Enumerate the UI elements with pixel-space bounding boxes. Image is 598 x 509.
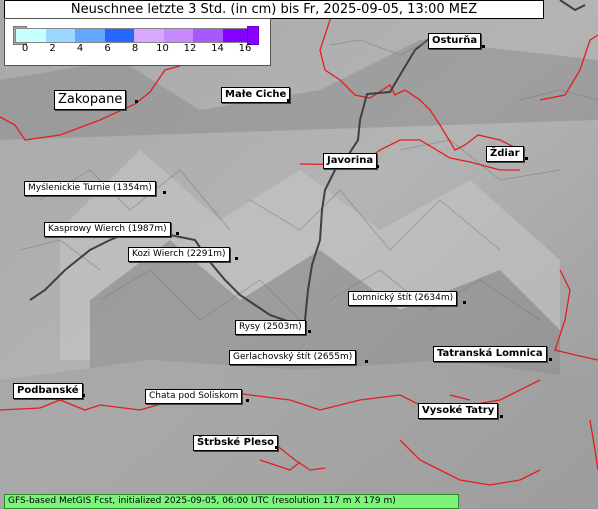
legend-tick-label: 12 — [183, 43, 197, 54]
legend-color-segment — [16, 29, 46, 42]
legend-bar — [15, 28, 253, 43]
legend-color-segment — [104, 29, 135, 42]
peak-kozi-wierch: Kozi Wierch (2291m) — [128, 247, 230, 262]
peak-marker — [463, 301, 466, 304]
peak-marker — [308, 330, 311, 333]
model-info-footer: GFS-based MetGIS Fcst, initialized 2025-… — [4, 494, 459, 509]
place-marker — [482, 45, 485, 48]
legend-color-segment — [163, 29, 194, 42]
place-vysoke-tatry: Vysoké Tatry — [418, 403, 499, 419]
place-marker — [287, 99, 290, 102]
peak-kasprowy-wierch: Kasprowy Wierch (1987m) — [44, 222, 171, 237]
peak-marker — [365, 360, 368, 363]
legend-tick-label: 0 — [21, 43, 29, 54]
peak-lomnicky-stit: Lomnický štít (2634m) — [348, 291, 458, 306]
place-marker — [500, 415, 503, 418]
place-osturna: Osturňa — [428, 33, 482, 49]
legend-tick-label: 14 — [211, 43, 224, 54]
legend-tick-label: 4 — [76, 43, 84, 54]
peak-marker — [235, 257, 238, 260]
place-strbske-pleso: Štrbské Pleso — [193, 435, 279, 451]
place-marker — [549, 358, 552, 361]
place-chata-pod-soliskom: Chata pod Soliskom — [145, 389, 243, 404]
peak-gerlachovsky-stit: Gerlachovský štít (2655m) — [229, 350, 357, 365]
map-title: Neuschnee letzte 3 Std. (in cm) bis Fr, … — [4, 0, 544, 19]
place-podbanske: Podbanské — [13, 383, 83, 399]
place-male-ciche: Małe Ciche — [221, 87, 291, 103]
legend-color-segment — [193, 29, 223, 42]
legend-tick-label: 16 — [238, 43, 252, 54]
legend-tick-label: 8 — [131, 43, 139, 54]
peak-myslenickie-turnie: Myślenickie Turnie (1354m) — [24, 181, 156, 196]
place-zdiar: Ždiar — [486, 146, 524, 162]
ridge-shading — [0, 40, 598, 508]
legend-tick-label: 10 — [156, 43, 169, 54]
peak-rysy: Rysy (2503m) — [235, 320, 306, 335]
legend-color-segment — [134, 29, 164, 42]
place-zakopane: Zakopane — [54, 90, 127, 110]
place-marker — [525, 157, 528, 160]
terrain-map — [0, 0, 598, 508]
peak-marker — [163, 191, 166, 194]
place-tatranska-lomnica: Tatranská Lomnica — [433, 346, 547, 362]
place-javorina: Javorina — [323, 153, 378, 169]
place-marker — [135, 100, 138, 103]
legend-color-segment — [45, 29, 76, 42]
color-legend: 0 2 4 6 8 10 12 14 16 — [4, 18, 271, 66]
place-marker — [82, 394, 85, 397]
legend-tick-label: 2 — [49, 43, 56, 54]
legend-color-segment — [75, 29, 105, 42]
legend-tick-label: 6 — [104, 43, 111, 54]
peak-marker — [176, 232, 179, 235]
place-marker — [246, 399, 249, 402]
place-marker — [376, 165, 379, 168]
place-marker — [275, 446, 278, 449]
